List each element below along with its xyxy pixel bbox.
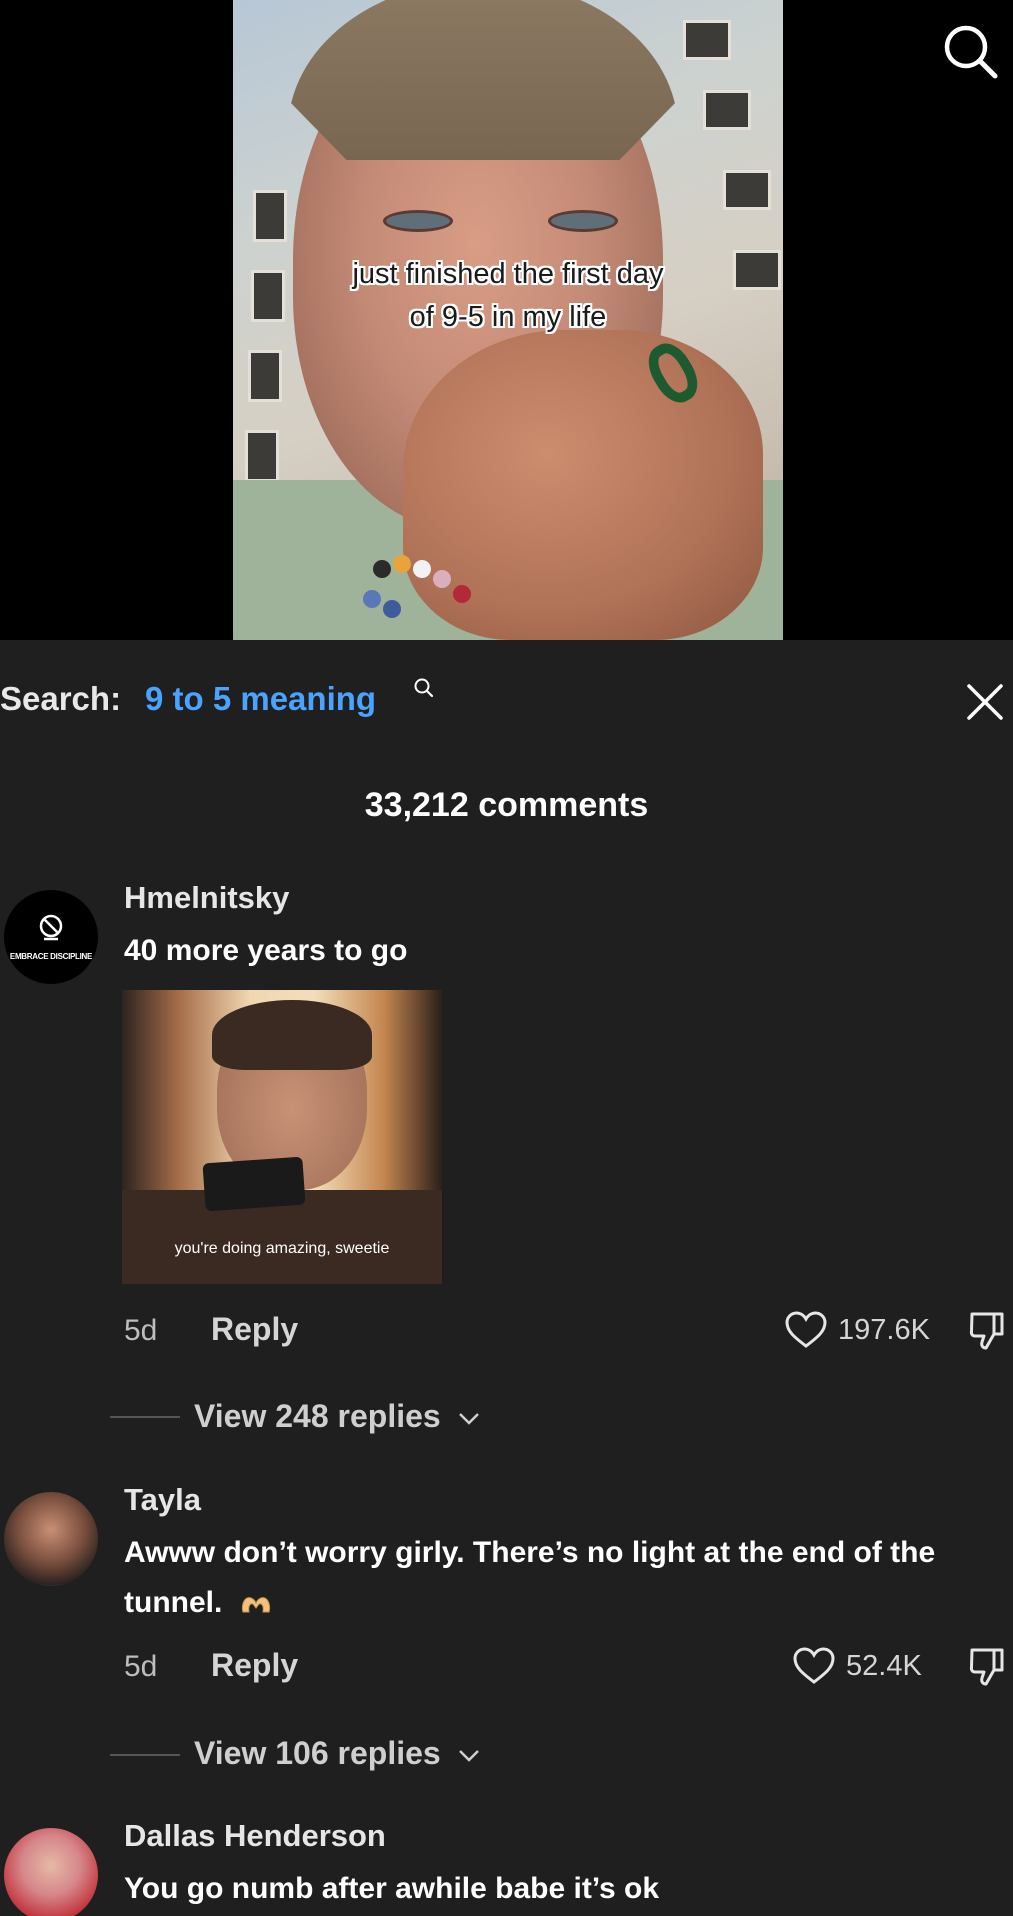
bracelet-bead [433, 570, 451, 588]
reply-button[interactable]: Reply [211, 1311, 298, 1348]
comment-text: 40 more years to go [124, 934, 408, 967]
bracelet-bead [413, 560, 431, 578]
comment-text-line2: tunnel. [124, 1586, 223, 1619]
heart-hands-emoji-icon [241, 1597, 270, 1613]
comment-username[interactable]: Dallas Henderson [124, 1818, 386, 1854]
gif-phone [202, 1156, 306, 1212]
search-label: Search: [0, 680, 122, 717]
chevron-down-icon [458, 1412, 479, 1425]
building-window [245, 430, 279, 482]
building-window [703, 90, 751, 130]
building-window [253, 190, 287, 242]
dislike-icon[interactable] [968, 1310, 1008, 1352]
bracelet-bead [393, 555, 411, 573]
gif-caption: you're doing amazing, sweetie [174, 1240, 390, 1257]
view-replies-label: View 106 replies [194, 1735, 441, 1771]
comment-text: Awww don’t worry girly. There’s no light… [124, 1528, 994, 1628]
like-count: 52.4K [846, 1650, 922, 1682]
video-caption-line1: just finished the first day [352, 258, 664, 290]
bracelet-bead [373, 560, 391, 578]
replies-divider [110, 1754, 180, 1756]
view-replies-button[interactable]: View 248 replies [194, 1398, 480, 1435]
chevron-down-icon [458, 1749, 479, 1762]
search-icon[interactable] [939, 20, 1003, 84]
heart-icon[interactable] [792, 1646, 836, 1686]
heart-icon[interactable] [784, 1310, 828, 1350]
reply-button[interactable]: Reply [211, 1647, 298, 1684]
bracelet-bead [363, 590, 381, 608]
video-caption-line2: of 9-5 in my life [409, 301, 607, 333]
like-count: 197.6K [838, 1314, 930, 1346]
gif-hair [212, 1000, 372, 1070]
comment-username[interactable]: Tayla [124, 1482, 201, 1518]
comment-count-title: 33,212 comments [364, 786, 649, 824]
view-replies-button[interactable]: View 106 replies [194, 1735, 480, 1772]
bracelet-bead [453, 585, 471, 603]
video-player[interactable]: just finished the first day of 9-5 in my… [0, 0, 1013, 640]
eye [548, 210, 618, 232]
view-replies-label: View 248 replies [194, 1398, 441, 1434]
search-icon[interactable] [412, 676, 436, 700]
related-search-bar[interactable]: Search: 9 to 5 meaning [0, 678, 1013, 730]
comment-text-line1: Awww don’t worry girly. There’s no light… [124, 1536, 936, 1569]
close-icon[interactable] [963, 680, 1007, 724]
comment-username[interactable]: Hmelnitsky [124, 880, 289, 916]
video-frame[interactable]: just finished the first day of 9-5 in my… [233, 0, 783, 640]
building-window [723, 170, 771, 210]
avatar[interactable] [4, 1828, 98, 1916]
avatar-logo-text: EMBRACE DISCIPLINE [9, 952, 93, 961]
eye [383, 210, 453, 232]
replies-divider [110, 1416, 180, 1418]
comment-text: You go numb after awhile babe it’s ok [124, 1872, 660, 1905]
bracelet-bead [383, 600, 401, 618]
comment-gif[interactable]: you're doing amazing, sweetie [122, 990, 442, 1284]
building-window [248, 350, 282, 402]
avatar[interactable] [4, 890, 98, 984]
dislike-icon[interactable] [968, 1646, 1008, 1688]
comment-age: 5d [124, 1650, 158, 1683]
search-query-link[interactable]: 9 to 5 meaning [145, 680, 376, 718]
avatar[interactable] [4, 1492, 98, 1586]
comment-age: 5d [124, 1314, 158, 1347]
discipline-logo-icon [39, 914, 63, 941]
building-window [683, 20, 731, 60]
